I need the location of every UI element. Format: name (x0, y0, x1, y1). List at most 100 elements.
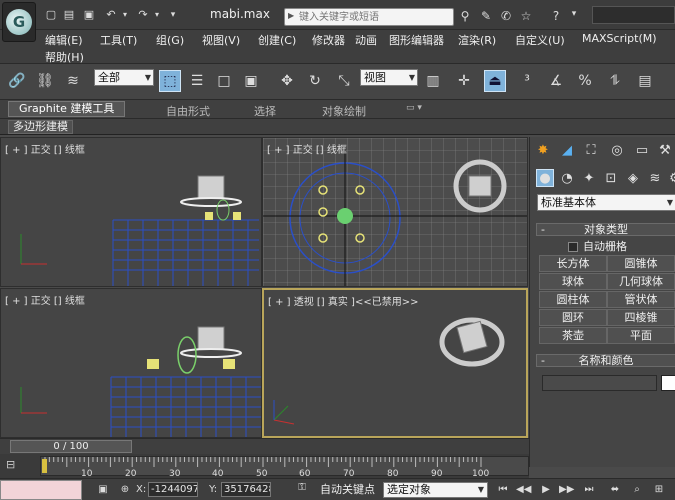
auto-key-button[interactable]: 自动关键点 (320, 482, 375, 498)
menu-create[interactable]: 创建(C) (258, 32, 296, 48)
menu-edit[interactable]: 编辑(E) (45, 32, 83, 48)
x-coordinate-field[interactable]: -12440972 (148, 482, 198, 497)
select-and-link-icon[interactable]: 🔗 (6, 70, 28, 92)
create-sphere-button[interactable]: 球体 (539, 273, 607, 290)
lights-category-icon[interactable]: ✦ (580, 169, 598, 187)
search-box[interactable]: ▶ (284, 8, 454, 26)
menu-modifiers[interactable]: 修改器 (312, 32, 345, 48)
viewport-perspective-label[interactable]: [ + ] 透视 [] 真实 ]<<已禁用>> (268, 293, 418, 308)
key-mode-icon[interactable]: ⬌ (608, 483, 622, 497)
menu-graph-editors[interactable]: 图形编辑器 (389, 32, 444, 48)
polygon-modeling-button[interactable]: 多边形建模 (8, 120, 73, 134)
window-controls[interactable] (592, 6, 675, 24)
pivot-center-icon[interactable]: ▥ (422, 70, 444, 92)
save-file-icon[interactable]: ▣ (82, 9, 96, 21)
select-and-rotate-icon[interactable]: ↻ (304, 70, 326, 92)
redo-dropdown-icon[interactable]: ▾ (150, 9, 164, 21)
create-tab-icon[interactable]: ✸ (534, 141, 552, 159)
set-key-icon[interactable]: ⚿ (295, 481, 309, 495)
tab-graphite-modeling[interactable]: Graphite 建模工具 (8, 101, 126, 117)
autogrid-checkbox[interactable]: 自动栅格 (568, 238, 627, 254)
geometry-category-icon[interactable]: ● (536, 169, 554, 187)
binoculars-icon[interactable]: ⚲ (457, 9, 473, 23)
selection-filter-dropdown[interactable]: 全部 ▼ (94, 69, 154, 86)
undo-icon[interactable]: ↶ (104, 9, 118, 21)
rollout-object-type[interactable]: - 对象类型 (536, 223, 675, 236)
rollout-name-and-color[interactable]: - 名称和颜色 (536, 354, 675, 367)
angle-snap-icon[interactable]: ∡ (545, 70, 567, 92)
hierarchy-tab-icon[interactable]: ⛶ (582, 141, 600, 159)
object-category-dropdown[interactable]: 标准基本体 ▼ (537, 194, 675, 211)
cameras-category-icon[interactable]: ⊡ (602, 169, 620, 187)
create-teapot-button[interactable]: 茶壶 (539, 327, 607, 344)
tab-object-paint[interactable]: 对象绘制 (322, 103, 366, 119)
undo-dropdown-icon[interactable]: ▾ (118, 9, 132, 21)
quick-access-customize-icon[interactable]: ▾ (166, 9, 180, 21)
utilities-tab-icon[interactable]: ⚒ (656, 141, 674, 159)
tab-selection[interactable]: 选择 (254, 103, 276, 119)
select-and-scale-icon[interactable]: ⤡ (333, 70, 355, 92)
window-crossing-icon[interactable]: ▣ (240, 70, 262, 92)
maximize-viewport-icon[interactable]: ⊞ (652, 483, 666, 497)
mini-curve-editor-icon[interactable]: ⊟ (6, 458, 15, 471)
time-slider[interactable]: 0 / 100 (10, 440, 132, 453)
spinner-snap-icon[interactable]: ⥮ (604, 70, 626, 92)
subscription-icon[interactable]: ✎ (478, 9, 494, 23)
menu-maxscript[interactable]: MAXScript(M) (582, 32, 657, 45)
create-box-button[interactable]: 长方体 (539, 255, 607, 272)
object-color-swatch[interactable] (661, 375, 675, 391)
create-pyramid-button[interactable]: 四棱锥 (607, 309, 675, 326)
previous-frame-icon[interactable]: ◀◀ (516, 483, 531, 497)
select-and-move-icon[interactable]: ✥ (276, 70, 298, 92)
track-bar[interactable]: ⊟ 10 20 30 40 50 60 70 80 90 100 (0, 454, 529, 479)
create-geosphere-button[interactable]: 几何球体 (607, 273, 675, 290)
y-coordinate-field[interactable]: 35176428. (221, 482, 271, 497)
track-ruler[interactable]: 10 20 30 40 50 60 70 80 90 100 (40, 456, 529, 479)
bind-to-space-warp-icon[interactable]: ≋ (62, 70, 84, 92)
menu-group[interactable]: 组(G) (156, 32, 184, 48)
help-dropdown-icon[interactable]: ▾ (566, 9, 582, 19)
create-tube-button[interactable]: 管状体 (607, 291, 675, 308)
communication-center-icon[interactable]: ✆ (498, 9, 514, 23)
modify-tab-icon[interactable]: ◢ (558, 141, 576, 159)
viewport-perspective[interactable]: [ + ] 透视 [] 真实 ]<<已禁用>> (262, 288, 528, 438)
selection-lock-icon[interactable]: ▣ (96, 483, 110, 497)
play-icon[interactable]: ▶ (539, 483, 553, 497)
go-to-end-icon[interactable]: ⏭ (582, 483, 596, 497)
application-menu-button[interactable]: G (2, 2, 36, 42)
shapes-category-icon[interactable]: ◔ (558, 169, 576, 187)
zoom-icon[interactable]: ⌕ (630, 483, 644, 497)
viewport-top[interactable]: [ + ] 正交 [] 线框 (262, 137, 528, 287)
open-file-icon[interactable]: ▤ (62, 9, 76, 21)
viewport-front[interactable]: [ + ] 正交 [] 线框 (0, 137, 262, 287)
create-cone-button[interactable]: 圆锥体 (607, 255, 675, 272)
spacewarps-category-icon[interactable]: ≋ (646, 169, 664, 187)
motion-tab-icon[interactable]: ◎ (608, 141, 626, 159)
tab-freeform[interactable]: 自由形式 (166, 103, 210, 119)
viewport-left-label[interactable]: [ + ] 正交 [] 线框 (5, 292, 85, 307)
systems-category-icon[interactable]: ⚙ (666, 169, 675, 187)
select-by-name-icon[interactable]: ☰ (186, 70, 208, 92)
snaps-toggle-icon[interactable]: ³ (516, 70, 538, 92)
menu-customize[interactable]: 自定义(U) (515, 32, 565, 48)
selection-set-dropdown[interactable]: 选定对象 ▼ (383, 482, 488, 498)
create-cylinder-button[interactable]: 圆柱体 (539, 291, 607, 308)
keyboard-shortcut-override-icon[interactable]: ⏏ (484, 70, 506, 92)
select-object-icon[interactable]: ⬚ (159, 70, 181, 92)
viewport-left[interactable]: [ + ] 正交 [] 线框 (0, 288, 262, 438)
reference-coordinate-dropdown[interactable]: 视图 ▼ (360, 69, 418, 86)
viewport-front-label[interactable]: [ + ] 正交 [] 线框 (5, 141, 85, 156)
menu-rendering[interactable]: 渲染(R) (458, 32, 496, 48)
new-file-icon[interactable]: ▢ (44, 9, 58, 21)
go-to-start-icon[interactable]: ⏮ (496, 483, 510, 497)
display-tab-icon[interactable]: ▭ (633, 141, 651, 159)
create-torus-button[interactable]: 圆环 (539, 309, 607, 326)
viewport-top-label[interactable]: [ + ] 正交 [] 线框 (267, 141, 347, 156)
menu-help[interactable]: 帮助(H) (45, 49, 84, 65)
create-plane-button[interactable]: 平面 (607, 327, 675, 344)
search-input[interactable] (299, 10, 449, 24)
ribbon-options-icon[interactable]: ▭ ▾ (406, 103, 422, 113)
object-name-field[interactable] (542, 375, 657, 391)
favorites-star-icon[interactable]: ☆ (518, 9, 534, 23)
redo-icon[interactable]: ↷ (136, 9, 150, 21)
